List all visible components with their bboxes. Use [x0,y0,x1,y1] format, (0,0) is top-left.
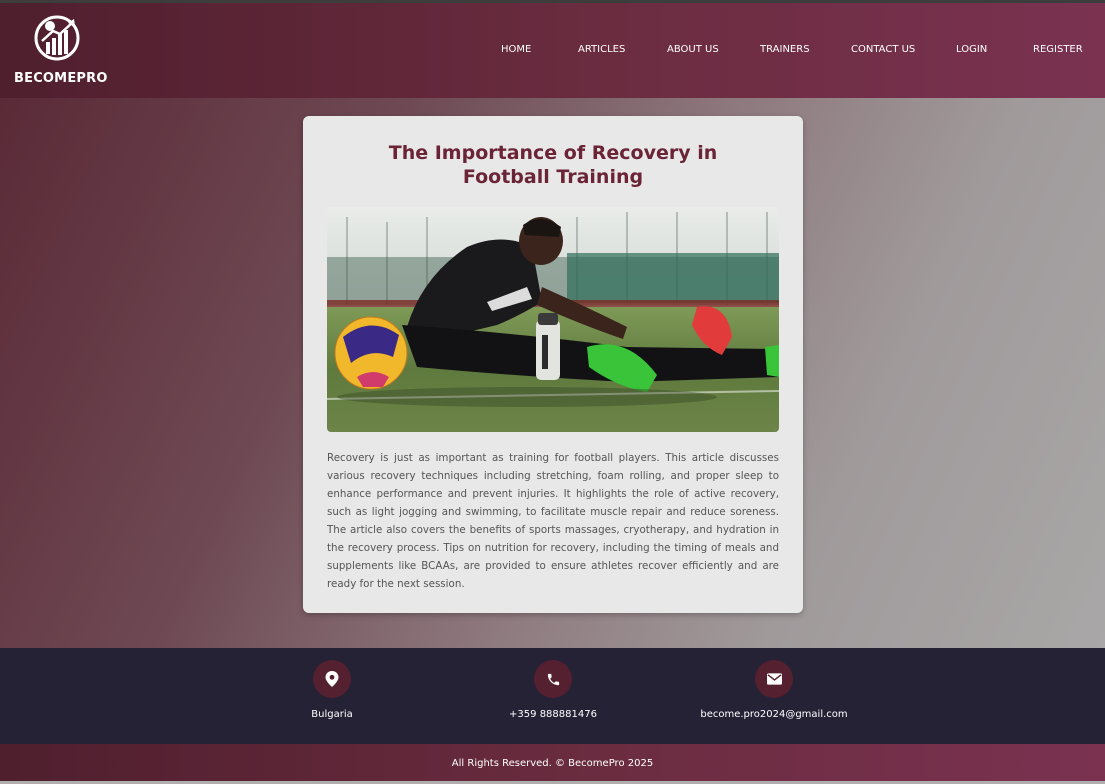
nav-login[interactable]: LOGIN [956,44,987,55]
contact-email: become.pro2024@gmail.com [664,660,884,720]
phone-icon [547,673,559,685]
site-footer: Bulgaria +359 888881476 become.pro2024@g… [0,648,1105,744]
article-body: Recovery is just as important as trainin… [327,452,779,590]
article-title: The Importance of Recovery in Football T… [388,142,718,188]
location-pin-icon [325,671,339,687]
site-header: BECOMEPRO HOME ARTICLES ABOUT US TRAINER… [0,3,1105,98]
contact-phone: +359 888881476 [443,660,663,720]
nav-articles[interactable]: ARTICLES [578,44,625,55]
nav-register[interactable]: REGISTER [1033,44,1083,55]
envelope-icon [766,673,782,685]
email-circle[interactable] [755,660,793,698]
copyright-text: All Rights Reserved. © BecomePro 2025 [451,758,654,769]
contact-location-text: Bulgaria [311,709,353,720]
contact-email-text[interactable]: become.pro2024@gmail.com [664,709,884,720]
nav-home[interactable]: HOME [501,44,531,55]
logo[interactable]: BECOMEPRO [14,13,107,93]
main-content: The Importance of Recovery in Football T… [0,98,1105,648]
player-stretching-illustration [327,207,779,432]
football-chart-logo-icon [34,15,80,61]
nav-trainers[interactable]: TRAINERS [760,44,810,55]
nav-about-us[interactable]: ABOUT US [667,44,719,55]
contact-location: Bulgaria [222,660,442,720]
article-card: The Importance of Recovery in Football T… [303,116,803,613]
brand-name: BECOMEPRO [14,71,108,86]
phone-circle[interactable] [534,660,572,698]
nav-contact-us[interactable]: CONTACT US [851,44,915,55]
copyright-bar: All Rights Reserved. © BecomePro 2025 [0,744,1105,781]
contact-phone-text[interactable]: +359 888881476 [443,709,663,720]
article-image [327,207,779,432]
location-circle [313,660,351,698]
